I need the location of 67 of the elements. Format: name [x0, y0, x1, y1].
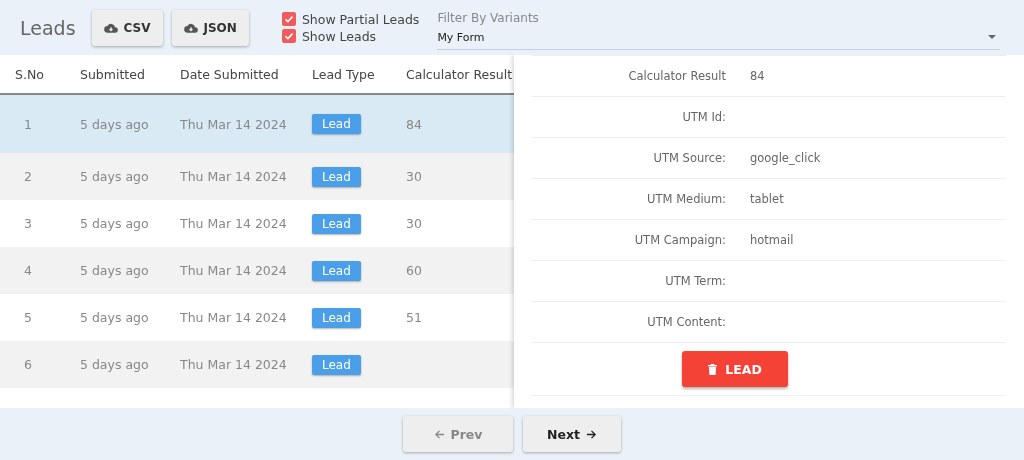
- lead-type-tag: Lead: [312, 213, 361, 234]
- trash-icon: [708, 363, 718, 375]
- caret-icon: [988, 35, 996, 39]
- checkbox[interactable]: [281, 12, 296, 26]
- field-label: UTM Source:: [652, 151, 726, 165]
- table-cell-text: 3: [23, 216, 33, 231]
- field-value: 84: [750, 69, 765, 83]
- field-label: UTM Id:: [681, 110, 726, 124]
- download-button[interactable]: CSV: [91, 9, 163, 46]
- column-header: S.No: [14, 66, 45, 82]
- field-value: tablet: [750, 192, 784, 206]
- lead-type-tag: Lead: [312, 114, 361, 134]
- lead-type-tag: Lead: [312, 166, 361, 187]
- table-cell-text: Thu Mar 14 2024: [180, 310, 288, 325]
- field-value: hotmail: [750, 233, 794, 247]
- field-label: UTM Content:: [646, 315, 726, 329]
- table-row[interactable]: 6 5 days ago Thu Mar 14 2024 Lead: [0, 341, 514, 388]
- table-cell-text: 30: [406, 216, 423, 231]
- table-cell-text: 5 days ago: [80, 310, 150, 325]
- lead-type-tag: Lead: [312, 307, 361, 328]
- table-cell-text: 60: [406, 263, 423, 278]
- table-cell-text: Thu Mar 14 2024: [180, 216, 288, 231]
- checkbox-label: Show Partial Leads: [301, 11, 420, 27]
- table-row[interactable]: 1 5 days ago Thu Mar 14 2024 Lead 84: [0, 95, 514, 153]
- table-cell-text: 51: [406, 310, 423, 325]
- table-cell-text: 30: [406, 169, 423, 184]
- checkbox[interactable]: [281, 29, 296, 43]
- table-cell-text: 4: [23, 263, 33, 278]
- field-value: google_click: [750, 151, 821, 165]
- table-cell-text: 84: [406, 116, 423, 132]
- checkmark-icon: [282, 13, 295, 25]
- table-cell-text: Thu Mar 14 2024: [180, 357, 288, 372]
- table-row[interactable]: 2 5 days ago Thu Mar 14 2024 Lead 30: [0, 153, 514, 200]
- cloud-download-icon: [103, 22, 118, 33]
- page-title: Leads: [20, 16, 76, 39]
- column-header: Submitted: [80, 66, 146, 82]
- column-header: Date Submitted: [180, 66, 280, 82]
- right-arrow-icon: [586, 428, 597, 440]
- table-cell-text: 5: [23, 310, 33, 325]
- table-cell-text: 5 days ago: [80, 116, 150, 132]
- table-cell-text: 6: [23, 357, 33, 372]
- pagination-button[interactable]: Next: [523, 416, 621, 452]
- table-cell-text: 5 days ago: [80, 216, 150, 231]
- checkbox-label: Show Leads: [301, 28, 377, 44]
- cloud-download-icon: [183, 22, 198, 33]
- lead-type-tag: Lead: [312, 260, 361, 281]
- lead-type-tag: Lead: [312, 354, 361, 375]
- table-cell-text: Thu Mar 14 2024: [180, 169, 288, 184]
- field-label: UTM Term:: [664, 274, 726, 288]
- left-arrow-icon: [433, 428, 445, 440]
- table-cell-text: 1: [23, 116, 33, 132]
- delete-button[interactable]: LEAD: [682, 351, 788, 387]
- table-row[interactable]: 4 5 days ago Thu Mar 14 2024 Lead 60: [0, 247, 514, 294]
- table-cell-text: 2: [23, 169, 33, 184]
- table-cell-text: Thu Mar 14 2024: [180, 263, 288, 278]
- table-cell-text: 5 days ago: [80, 169, 150, 184]
- column-header: Calculator Result: [406, 66, 514, 82]
- field-label: UTM Campaign:: [633, 233, 726, 247]
- table-cell-text: 5 days ago: [80, 357, 150, 372]
- download-button[interactable]: JSON: [171, 9, 249, 46]
- field-label: Calculator Result: [627, 69, 726, 83]
- column-header: Lead Type: [312, 66, 376, 82]
- variant-select[interactable]: Filter By Variants My Form: [437, 5, 1000, 50]
- table-cell-text: Thu Mar 14 2024: [180, 116, 288, 132]
- field-label: UTM Medium:: [646, 192, 726, 206]
- table-cell-text: 5 days ago: [80, 263, 150, 278]
- checkmark-icon: [282, 30, 295, 42]
